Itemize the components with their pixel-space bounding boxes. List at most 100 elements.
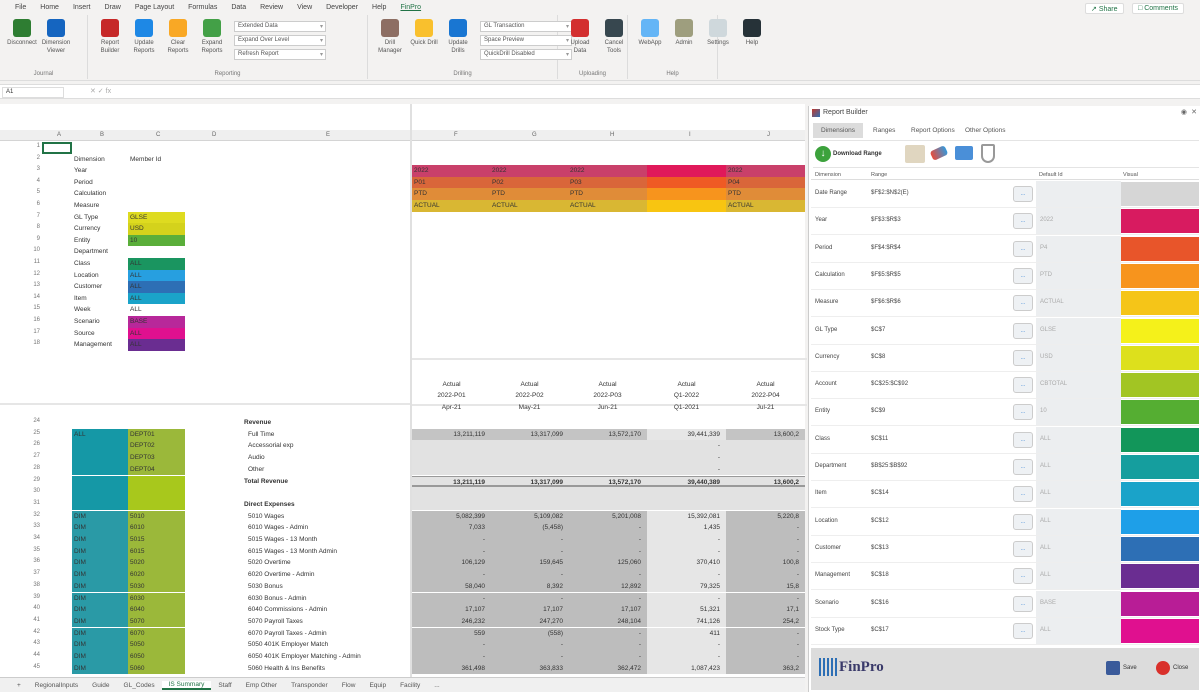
value-cell[interactable]: 363,2 — [726, 662, 805, 675]
close-panel-icon[interactable]: ✕ — [1191, 108, 1197, 116]
value-cell[interactable]: 363,833 — [490, 662, 569, 675]
account-cell[interactable] — [128, 487, 185, 499]
value-cell[interactable] — [568, 440, 647, 452]
value-cell[interactable]: - — [726, 592, 805, 605]
ribbon-button-expand-reports[interactable]: Expand Reports — [196, 19, 228, 55]
row-header[interactable]: 25 — [18, 430, 40, 436]
ribbon-button-cancel-tools[interactable]: Cancel Tools — [598, 19, 630, 55]
dept-cell[interactable]: DIM — [72, 569, 128, 581]
period-calc-cell[interactable]: PTD — [568, 188, 647, 200]
row-header[interactable]: 35 — [18, 547, 40, 553]
dimension-member-cell[interactable] — [128, 200, 185, 212]
period-measure-cell[interactable] — [647, 200, 726, 212]
row-header[interactable]: 39 — [18, 594, 40, 600]
value-cell[interactable]: 13,317,099 — [490, 428, 569, 441]
value-cell[interactable]: 79,325 — [647, 580, 726, 593]
value-cell[interactable] — [568, 417, 647, 429]
dimension-range[interactable]: $F$3:$R$3 — [871, 217, 901, 223]
menu-tab-developer[interactable]: Developer — [319, 4, 365, 11]
visual-color-swatch[interactable] — [1121, 482, 1199, 507]
dimension-member-cell[interactable]: ALL — [128, 281, 185, 293]
formula-input[interactable] — [150, 86, 1190, 98]
period-calc-cell[interactable] — [647, 188, 726, 200]
dimension-range[interactable]: $B$25:$B$92 — [871, 463, 907, 469]
ribbon-button-disconnect[interactable]: Disconnect — [6, 19, 38, 47]
name-box[interactable]: A1 — [2, 87, 64, 98]
visual-color-swatch[interactable] — [1121, 291, 1199, 316]
value-cell[interactable] — [490, 452, 569, 464]
value-cell[interactable]: - — [726, 522, 805, 534]
account-cell[interactable]: 5060 — [128, 662, 185, 675]
share-button[interactable]: ↗ Share — [1085, 3, 1124, 14]
panel-tab-dimensions[interactable]: Dimensions — [813, 123, 863, 138]
dimension-member-cell[interactable]: GLSE — [128, 211, 185, 224]
value-cell[interactable]: - — [568, 627, 647, 640]
period-period-cell[interactable] — [647, 176, 726, 189]
account-cell[interactable]: 6050 — [128, 651, 185, 663]
ribbon-button-admin[interactable]: Admin — [668, 19, 700, 47]
account-cell[interactable]: DEPT02 — [128, 440, 185, 452]
value-cell[interactable] — [412, 498, 491, 511]
row-header[interactable]: 44 — [18, 652, 40, 658]
menu-tab-page-layout[interactable]: Page Layout — [128, 4, 181, 11]
value-cell[interactable]: - — [412, 545, 491, 558]
value-cell[interactable]: 15,392,081 — [647, 510, 726, 523]
dept-cell[interactable]: DIM — [72, 592, 128, 605]
value-cell[interactable]: 39,440,389 — [647, 475, 726, 488]
ribbon-button-clear-reports[interactable]: Clear Reports — [162, 19, 194, 55]
dept-cell[interactable]: DIM — [72, 662, 128, 675]
default-id[interactable]: ALL — [1036, 454, 1121, 480]
dept-cell[interactable] — [72, 440, 128, 452]
range-select-button[interactable]: ... — [1013, 349, 1033, 366]
sheet-tab-flow[interactable]: Flow — [335, 682, 363, 689]
account-cell[interactable]: 5050 — [128, 639, 185, 651]
dimension-range[interactable]: $C$8 — [871, 354, 885, 360]
value-cell[interactable]: - — [412, 651, 491, 663]
save-button[interactable]: Save — [1106, 661, 1137, 675]
row-header[interactable]: 4 — [18, 178, 40, 184]
range-select-button[interactable]: ... — [1013, 322, 1033, 339]
default-id[interactable]: ALL — [1036, 481, 1121, 508]
value-cell[interactable]: 12,892 — [568, 580, 647, 593]
account-cell[interactable]: 5020 — [128, 557, 185, 569]
visual-color-swatch[interactable] — [1121, 509, 1199, 534]
menu-tab-review[interactable]: Review — [253, 4, 290, 11]
value-cell[interactable] — [647, 498, 726, 511]
value-cell[interactable]: 13,211,119 — [412, 428, 491, 441]
dept-cell[interactable]: DIM — [72, 604, 128, 616]
value-cell[interactable]: 13,317,099 — [490, 475, 569, 488]
account-cell[interactable]: 6030 — [128, 592, 185, 605]
dimension-range[interactable]: $C$18 — [871, 572, 889, 578]
account-cell[interactable]: 5015 — [128, 534, 185, 546]
value-cell[interactable]: (5,458) — [490, 522, 569, 534]
value-cell[interactable]: 13,600,2 — [726, 428, 805, 441]
value-cell[interactable]: 5,082,399 — [412, 510, 491, 523]
dimension-member-cell[interactable]: 10 — [128, 234, 185, 247]
period-year-cell[interactable] — [647, 165, 726, 177]
ribbon-button-dimension-viewer[interactable]: Dimension Viewer — [40, 19, 72, 55]
value-cell[interactable]: 370,410 — [647, 557, 726, 569]
account-cell[interactable] — [128, 498, 185, 511]
sheet-tab--[interactable]: ... — [427, 682, 446, 689]
value-cell[interactable]: - — [568, 651, 647, 663]
range-select-button[interactable]: ... — [1013, 568, 1033, 585]
visual-color-swatch[interactable] — [1121, 564, 1199, 589]
default-id[interactable]: PTD — [1036, 262, 1121, 289]
visual-color-swatch[interactable] — [1121, 182, 1199, 206]
visual-color-swatch[interactable] — [1121, 345, 1199, 370]
row-header[interactable]: 7 — [18, 213, 40, 219]
account-cell[interactable]: 5030 — [128, 580, 185, 593]
panel-tab-ranges[interactable]: Ranges — [865, 123, 903, 138]
value-cell[interactable]: - — [647, 452, 726, 464]
value-cell[interactable]: 362,472 — [568, 662, 647, 675]
menu-tab-formulas[interactable]: Formulas — [181, 4, 224, 11]
range-select-button[interactable]: ... — [1013, 595, 1033, 612]
period-period-cell[interactable]: P01 — [412, 176, 491, 189]
column-header-J[interactable]: J — [767, 132, 770, 138]
value-cell[interactable] — [568, 452, 647, 464]
dimension-range[interactable]: $F$4:$R$4 — [871, 245, 901, 251]
column-header-I[interactable]: I — [689, 132, 691, 138]
menu-tab-data[interactable]: Data — [224, 4, 253, 11]
account-cell[interactable]: DEPT01 — [128, 428, 185, 441]
ribbon-button-upload-data[interactable]: Upload Data — [564, 19, 596, 55]
